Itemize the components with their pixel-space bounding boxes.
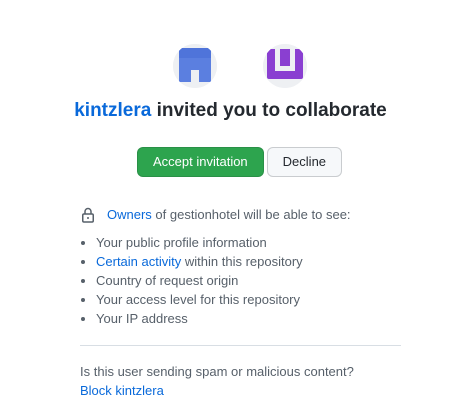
permission-text: Country of request origin	[96, 273, 239, 288]
list-item: Country of request origin	[96, 271, 303, 290]
identicon-purple-icon	[263, 44, 307, 88]
avatars-row	[0, 44, 461, 90]
list-item: Certain activity within this repository	[96, 252, 303, 271]
list-item: Your IP address	[96, 309, 303, 328]
permission-text: Your public profile information	[96, 235, 267, 250]
accept-invitation-button[interactable]: Accept invitation	[137, 147, 264, 177]
identicon-blue-icon	[173, 44, 217, 88]
decline-button[interactable]: Decline	[266, 147, 343, 177]
page-title: kintzlera invited you to collaborate	[0, 99, 461, 123]
owners-link[interactable]: Owners	[107, 207, 152, 222]
inviter-avatar[interactable]	[173, 44, 217, 88]
permission-text: within this repository	[184, 254, 303, 269]
certain-activity-link[interactable]: Certain activity	[96, 254, 181, 269]
visibility-text: of gestionhotel will be able to see:	[155, 207, 351, 222]
inviter-username-link[interactable]: kintzlera	[74, 100, 151, 121]
invitation-actions: Accept invitation Decline	[137, 147, 343, 177]
permission-text: Your IP address	[96, 311, 188, 326]
invitation-text: invited you to collaborate	[156, 100, 387, 121]
block-user-link[interactable]: Block kintzlera	[80, 381, 164, 400]
list-item: Your access level for this repository	[96, 290, 303, 309]
divider	[80, 345, 401, 346]
permission-text: Your access level for this repository	[96, 292, 301, 307]
lock-icon	[82, 207, 94, 223]
organization-avatar[interactable]	[263, 44, 307, 88]
list-item: Your public profile information	[96, 233, 303, 252]
spam-question: Is this user sending spam or malicious c…	[80, 364, 354, 379]
permissions-list: Your public profile information Certain …	[80, 233, 303, 328]
visibility-statement: Owners of gestionhotel will be able to s…	[107, 205, 351, 224]
